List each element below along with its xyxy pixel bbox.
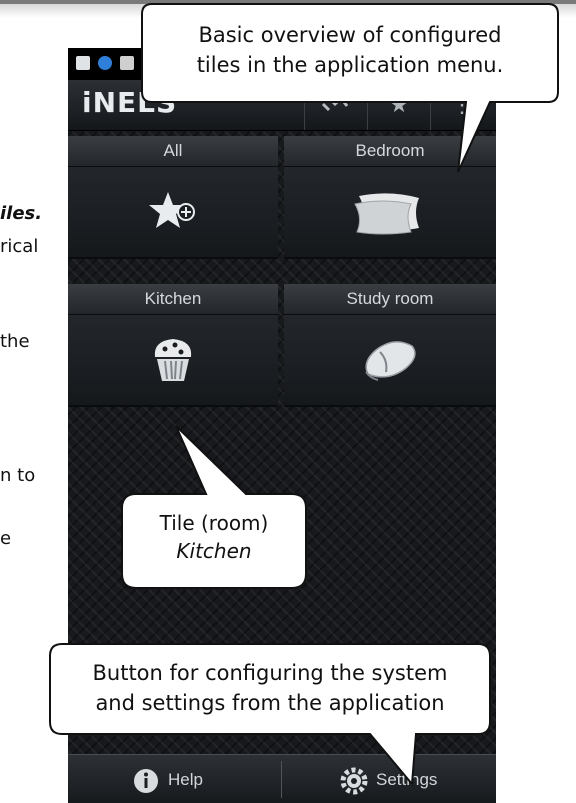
status-bar [68, 48, 496, 80]
doc-text-fragment: e [0, 528, 12, 549]
doc-text-fragment: n to [0, 465, 36, 486]
gallery-icon [76, 56, 90, 70]
doc-text-fragment: rical [0, 236, 39, 257]
app-notification-icon [98, 56, 112, 70]
favorites-icon[interactable]: ★ [367, 80, 430, 130]
pillow-icon [354, 193, 419, 235]
tile-kitchen[interactable] [68, 315, 278, 407]
help-button[interactable]: Help [68, 755, 281, 803]
cupcake-icon [154, 339, 192, 381]
help-label: Help [168, 770, 203, 789]
tile-all-header[interactable]: All [68, 136, 278, 167]
phone-screen: iNELS ★ ⋮ All Bedroom Kitchen Study room [68, 48, 496, 803]
gear-icon [340, 765, 368, 803]
bottom-bar: Help Settings [68, 754, 496, 803]
tile-bedroom-header[interactable]: Bedroom [284, 136, 496, 167]
mouse-icon [365, 341, 416, 381]
app-logo: iNELS [82, 86, 178, 119]
callout-top-line1: Basic overview of configured [198, 23, 502, 47]
tile-all[interactable] [68, 167, 278, 259]
settings-label: Settings [376, 770, 438, 789]
tile-study-room-header[interactable]: Study room [284, 284, 496, 315]
overflow-menu-icon[interactable]: ⋮ [430, 80, 493, 130]
app-bar: iNELS ★ ⋮ [68, 80, 496, 131]
settings-button[interactable]: Settings [282, 755, 495, 803]
sync-icon[interactable] [304, 80, 367, 130]
doc-text-fragment: the [0, 331, 30, 352]
document-icon [120, 56, 134, 70]
tile-bedroom[interactable] [284, 167, 496, 259]
doc-text-fragment: iles. [0, 203, 43, 224]
tile-study-room[interactable] [284, 315, 496, 407]
star-add-icon [149, 192, 195, 228]
window-top-shadow [0, 4, 576, 18]
info-icon [132, 765, 160, 803]
tile-kitchen-header[interactable]: Kitchen [68, 284, 278, 315]
